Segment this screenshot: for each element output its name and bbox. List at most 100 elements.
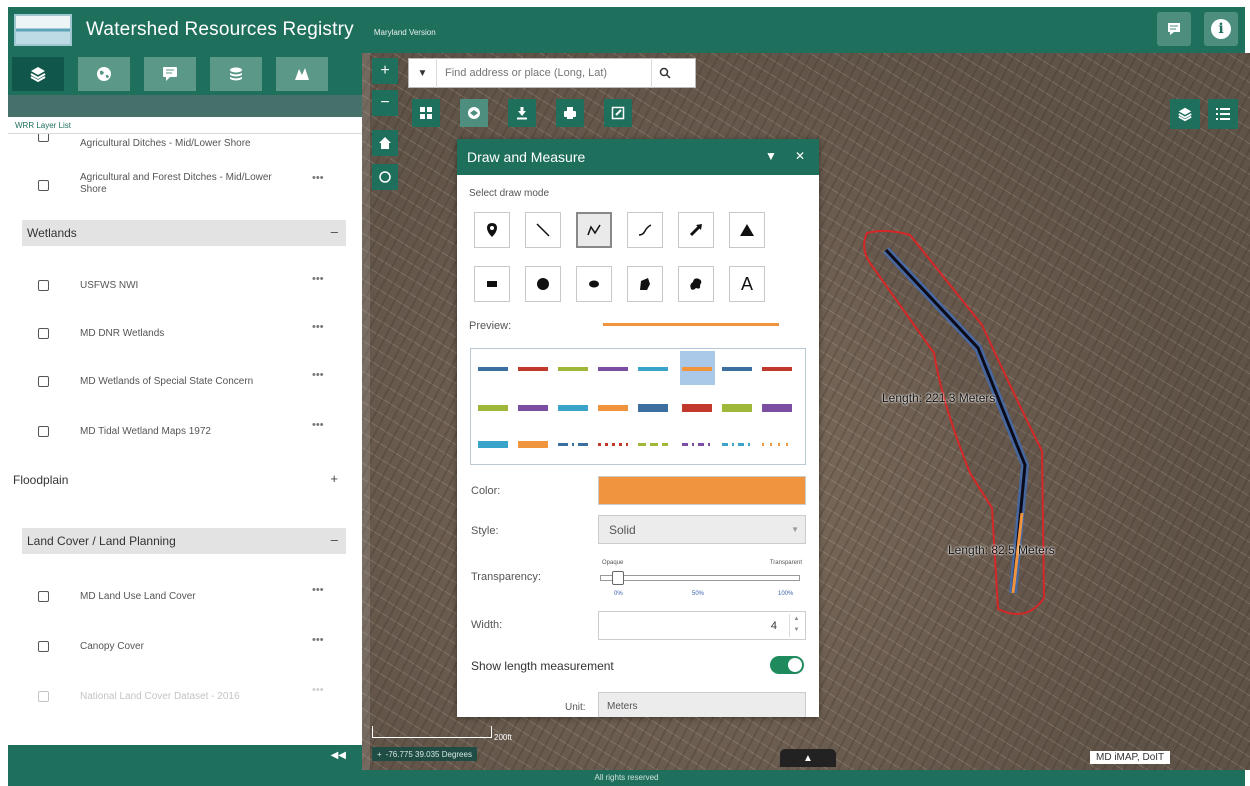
line-style-swatch[interactable] <box>478 405 508 411</box>
layer-options-icon[interactable]: ••• <box>312 273 324 285</box>
line-style-swatch[interactable] <box>638 404 668 412</box>
print-widget-button[interactable] <box>556 99 584 127</box>
expand-attribute-table-button[interactable]: ▲ <box>780 749 836 767</box>
locate-button[interactable] <box>372 164 398 190</box>
home-button[interactable] <box>372 130 398 156</box>
circle-mode-button[interactable] <box>525 266 561 302</box>
line-style-swatch[interactable] <box>722 443 752 446</box>
collapse-panel-icon[interactable]: ◀◀ <box>331 750 346 761</box>
ellipse-mode-button[interactable] <box>576 266 612 302</box>
zoom-in-button[interactable]: + <box>372 58 398 84</box>
arrow-mode-button[interactable] <box>678 212 714 248</box>
map-tab-button[interactable] <box>276 57 328 91</box>
layer-checkbox[interactable] <box>38 426 49 437</box>
line-style-swatch[interactable] <box>762 367 792 371</box>
draw-tool-icon <box>468 107 480 119</box>
line-style-swatch[interactable] <box>478 441 508 448</box>
width-stepper[interactable]: 4 ▲ ▼ <box>598 611 806 640</box>
layer-list-tab[interactable]: WRR Layer List <box>8 119 362 133</box>
polyline-icon <box>587 224 601 236</box>
chat-tab-button[interactable] <box>144 57 196 91</box>
layer-visibility-button[interactable] <box>1170 99 1200 129</box>
collapse-icon[interactable]: – <box>331 532 338 547</box>
line-style-swatch[interactable] <box>598 405 628 411</box>
coordinate-toggle-icon[interactable]: + <box>377 750 382 759</box>
basemap-tab-button[interactable] <box>78 57 130 91</box>
rectangle-mode-button[interactable] <box>474 266 510 302</box>
info-icon: i <box>1211 19 1231 39</box>
polygon-mode-button[interactable] <box>627 266 663 302</box>
minimize-icon[interactable]: ▼ <box>765 149 777 163</box>
triangle-mode-button[interactable] <box>729 212 765 248</box>
unit-select[interactable]: Meters <box>598 692 806 717</box>
group-wetlands[interactable]: Wetlands – <box>22 220 346 246</box>
search-button[interactable] <box>651 58 677 88</box>
message-button[interactable] <box>1157 12 1191 46</box>
layer-options-icon[interactable]: ••• <box>312 419 324 431</box>
line-style-swatch[interactable] <box>638 367 668 371</box>
line-mode-button[interactable] <box>525 212 561 248</box>
layer-options-icon[interactable]: ••• <box>312 634 324 646</box>
stack-tab-button[interactable] <box>210 57 262 91</box>
app-logo[interactable] <box>14 14 72 46</box>
line-style-swatch[interactable] <box>638 443 668 446</box>
layer-options-icon[interactable]: ••• <box>312 369 324 381</box>
show-length-toggle[interactable] <box>770 656 804 674</box>
line-style-swatch[interactable] <box>558 405 588 411</box>
search-source-dropdown[interactable]: ▼ <box>409 58 437 88</box>
layer-checkbox[interactable] <box>38 641 49 652</box>
layer-options-icon[interactable]: ••• <box>312 321 324 333</box>
layer-checkbox[interactable] <box>38 134 49 142</box>
line-style-swatch[interactable] <box>598 367 628 371</box>
line-style-swatch[interactable] <box>518 367 548 371</box>
width-spinner[interactable]: ▲ ▼ <box>789 614 803 637</box>
edit-widget-button[interactable] <box>604 99 632 127</box>
layer-checkbox[interactable] <box>38 280 49 291</box>
search-input[interactable] <box>437 67 651 79</box>
polyline-mode-button[interactable] <box>576 212 612 248</box>
color-picker[interactable] <box>598 476 806 505</box>
freehand-line-mode-button[interactable] <box>627 212 663 248</box>
widget-grid-button[interactable] <box>412 99 440 127</box>
layer-checkbox[interactable] <box>38 180 49 191</box>
line-style-swatch[interactable] <box>762 404 792 412</box>
line-style-swatch[interactable] <box>682 443 712 446</box>
layer-checkbox[interactable] <box>38 691 49 702</box>
line-style-swatch[interactable] <box>558 367 588 371</box>
group-land-cover[interactable]: Land Cover / Land Planning – <box>22 528 346 554</box>
layer-checkbox[interactable] <box>38 376 49 387</box>
text-mode-button[interactable]: A <box>729 266 765 302</box>
line-style-swatch[interactable] <box>682 367 712 371</box>
line-style-swatch[interactable] <box>682 404 712 412</box>
freehand-polygon-mode-button[interactable] <box>678 266 714 302</box>
line-style-swatch[interactable] <box>722 404 752 412</box>
zoom-out-button[interactable]: − <box>372 90 398 116</box>
line-style-swatch[interactable] <box>722 367 752 371</box>
layer-options-icon[interactable]: ••• <box>312 172 324 184</box>
layer-options-icon[interactable]: ••• <box>312 584 324 596</box>
line-style-swatch[interactable] <box>762 443 792 446</box>
line-style-swatch[interactable] <box>558 443 588 446</box>
close-icon[interactable]: ✕ <box>795 149 805 163</box>
point-mode-button[interactable] <box>474 212 510 248</box>
layer-checkbox[interactable] <box>38 328 49 339</box>
list-icon <box>1216 108 1230 120</box>
legend-button[interactable] <box>1208 99 1238 129</box>
line-style-swatch[interactable] <box>598 443 628 446</box>
group-floodplain[interactable]: Floodplain + <box>13 467 346 493</box>
line-style-swatch[interactable] <box>518 441 548 448</box>
transparency-slider[interactable]: Opaque Transparent 0% 50% 100% <box>598 557 806 599</box>
line-style-swatch[interactable] <box>518 405 548 411</box>
expand-icon[interactable]: + <box>330 471 338 486</box>
slider-thumb[interactable] <box>612 571 624 585</box>
slider-tick-label: 100% <box>778 591 794 597</box>
draw-widget-button[interactable] <box>460 99 488 127</box>
style-select[interactable]: Solid ▼ <box>598 515 806 544</box>
layer-options-icon[interactable]: ••• <box>312 684 324 696</box>
collapse-icon[interactable]: – <box>331 224 338 239</box>
layer-checkbox[interactable] <box>38 591 49 602</box>
line-style-swatch[interactable] <box>478 367 508 371</box>
download-widget-button[interactable] <box>508 99 536 127</box>
info-button[interactable]: i <box>1204 12 1238 46</box>
layers-tab-button[interactable] <box>12 57 64 91</box>
